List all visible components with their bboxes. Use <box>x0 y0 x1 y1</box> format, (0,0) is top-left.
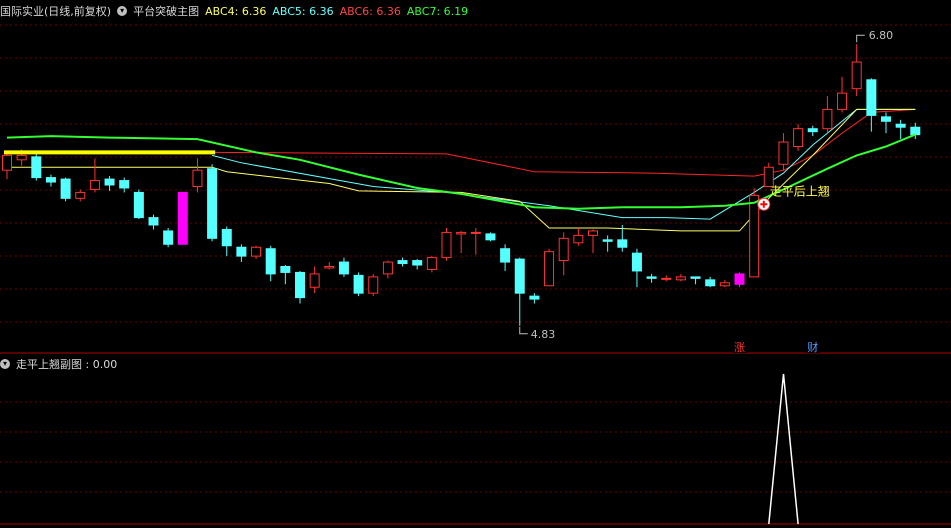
candle <box>675 276 686 281</box>
candle <box>661 277 672 280</box>
candle <box>382 261 393 275</box>
candle <box>514 258 525 294</box>
candle <box>485 233 496 241</box>
candle <box>646 276 657 279</box>
candle <box>368 276 379 294</box>
candle <box>719 282 730 287</box>
candle <box>690 276 701 279</box>
candle <box>207 168 218 239</box>
candle <box>192 169 203 187</box>
candle <box>500 248 511 263</box>
candle <box>851 61 862 90</box>
candle <box>529 295 540 300</box>
candle <box>441 231 452 259</box>
candle <box>163 230 174 245</box>
candle <box>749 194 760 278</box>
candle <box>16 154 27 161</box>
candle <box>470 231 481 234</box>
candle <box>397 260 408 265</box>
candle <box>75 191 86 199</box>
badge-1: 财 <box>807 340 818 354</box>
candle <box>60 178 71 199</box>
candle <box>544 251 555 287</box>
badge-0: 涨 <box>734 341 745 354</box>
price-chart: 6.80 4.83 走平后上翘涨 财 <box>0 24 951 525</box>
candle <box>910 126 921 136</box>
candle <box>588 230 598 236</box>
low-marker <box>519 326 528 335</box>
candle <box>822 108 833 130</box>
candle <box>631 252 642 272</box>
candle <box>31 156 42 179</box>
candle <box>338 261 349 275</box>
sub-signal-line <box>768 373 799 525</box>
candle <box>2 154 12 171</box>
low-label: 4.83 <box>531 328 556 341</box>
abc6-line <box>212 108 916 177</box>
candle <box>734 273 745 285</box>
candle <box>104 178 115 186</box>
candle <box>324 266 335 269</box>
candle <box>837 92 848 110</box>
candle <box>45 177 56 183</box>
signal-label: 走平后上翘 <box>770 184 830 198</box>
candle <box>148 217 159 226</box>
candle <box>177 191 188 245</box>
candle <box>558 237 569 262</box>
candle <box>221 228 232 247</box>
candle <box>778 141 789 165</box>
candle <box>617 239 628 248</box>
candle <box>426 257 437 270</box>
candle <box>602 239 613 242</box>
candle <box>309 273 320 288</box>
candle <box>456 231 467 235</box>
high-marker <box>856 34 865 43</box>
candle <box>866 79 877 116</box>
candle <box>280 266 291 273</box>
candle <box>412 260 423 266</box>
candle <box>119 180 130 189</box>
candle <box>793 128 804 147</box>
candle <box>133 191 144 219</box>
candle <box>881 116 891 122</box>
high-label: 6.80 <box>869 29 894 42</box>
candle <box>573 234 584 244</box>
chart-window: 国际实业(日线,前复权) ▾ 平台突破主图 ABC4: 6.36 ABC5: 6.… <box>0 0 951 528</box>
candle <box>295 271 305 299</box>
candle <box>236 246 247 257</box>
candle <box>353 274 364 294</box>
candle <box>265 248 276 275</box>
candle <box>705 279 716 287</box>
candle <box>895 123 906 128</box>
candle <box>89 180 100 190</box>
candle <box>251 246 262 257</box>
candle <box>807 128 818 133</box>
